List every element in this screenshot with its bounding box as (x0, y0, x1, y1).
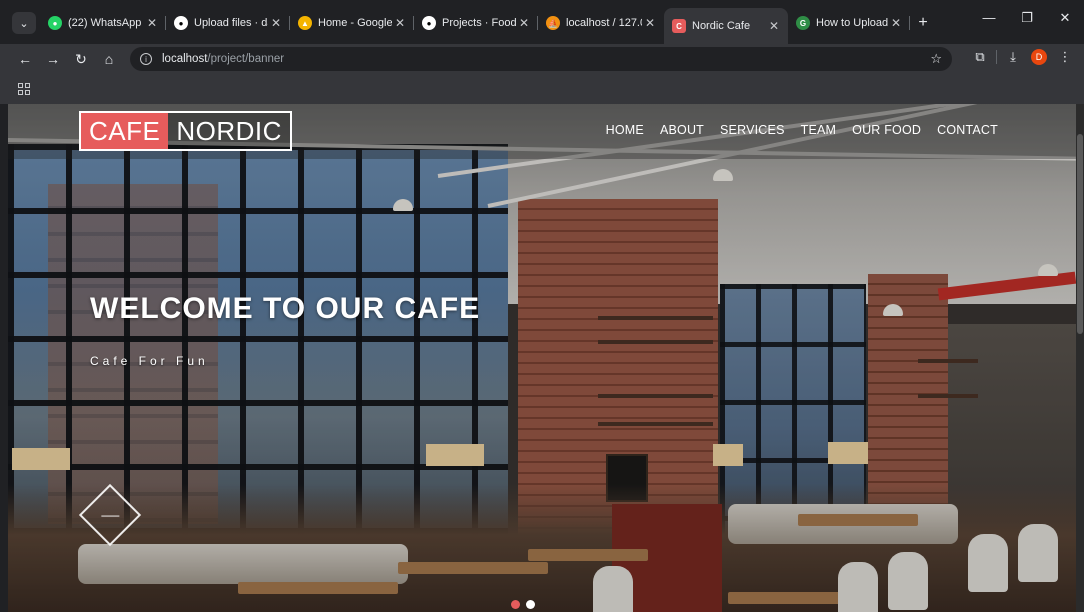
minimize-icon[interactable]: — (970, 10, 1008, 26)
nordic-cafe-favicon: C (672, 19, 686, 33)
tab-title: Projects · Food- (442, 17, 516, 29)
google-drive-icon: ▲ (298, 16, 312, 30)
slider-dot-2[interactable] (526, 600, 535, 609)
download-icon[interactable]: ⤓ (1000, 49, 1026, 65)
tab-whatsapp[interactable]: ● (22) WhatsApp ✕ (40, 8, 166, 38)
tab-title: localhost / 127.0 (566, 17, 642, 29)
tab-list: ● (22) WhatsApp ✕ ● Upload files · da ✕ … (40, 8, 936, 44)
nav-contact[interactable]: CONTACT (937, 123, 998, 137)
browser-toolbar: ← → ↻ ⌂ i localhost/project/banner ☆ ⧉ ⤓… (0, 44, 1084, 74)
window-controls: — ❐ ✕ (970, 10, 1084, 26)
restore-icon[interactable]: ❐ (1008, 10, 1046, 26)
slider-dot-1[interactable] (511, 600, 520, 609)
tab-projects[interactable]: ● Projects · Food- ✕ (414, 8, 538, 38)
site-logo[interactable]: CAFE NORDIC (79, 111, 292, 151)
hero-subtitle: Cafe For Fun (90, 354, 209, 368)
tab-title: (22) WhatsApp (68, 17, 142, 29)
page-scrollbar[interactable] (1076, 104, 1084, 612)
close-icon[interactable]: ✕ (888, 16, 904, 30)
forward-arrow-icon[interactable]: → (42, 49, 64, 69)
tab-title: How to Upload (816, 17, 888, 29)
profile-avatar[interactable]: D (1031, 49, 1047, 65)
nav-services[interactable]: SERVICES (720, 123, 785, 137)
bookmarks-bar (0, 74, 1084, 104)
plus-icon: + (918, 14, 928, 31)
close-icon[interactable]: ✕ (392, 16, 408, 30)
tab-title: Upload files · da (194, 17, 268, 29)
close-window-icon[interactable]: ✕ (1046, 10, 1084, 26)
new-tab-button[interactable]: + (910, 8, 936, 38)
whatsapp-icon: ● (48, 16, 62, 30)
page-viewport: CAFE NORDIC HOME ABOUT SERVICES TEAM OUR… (8, 104, 1076, 612)
tab-home-google[interactable]: ▲ Home - Google ✕ (290, 8, 414, 38)
close-icon[interactable]: ✕ (144, 16, 160, 30)
menu-kebab-icon[interactable]: ⋮ (1052, 49, 1078, 65)
extensions-icon[interactable]: ⧉ (967, 49, 993, 65)
geeksforgeeks-icon: G (796, 16, 810, 30)
main-nav: HOME ABOUT SERVICES TEAM OUR FOOD CONTAC… (590, 123, 998, 137)
bookmark-star-icon[interactable]: ☆ (930, 51, 942, 67)
tab-upload-files[interactable]: ● Upload files · da ✕ (166, 8, 290, 38)
tab-search-button[interactable]: ⌄ (12, 12, 36, 34)
tab-how-to-upload[interactable]: G How to Upload ✕ (788, 8, 910, 38)
nav-team[interactable]: TEAM (801, 123, 837, 137)
site-info-icon[interactable]: i (140, 53, 152, 65)
close-icon[interactable]: ✕ (642, 16, 658, 30)
toolbar-actions: ⧉ ⤓ D ⋮ (967, 49, 1078, 65)
phpmyadmin-icon: ⛵ (546, 16, 560, 30)
tab-title: Nordic Cafe (692, 20, 751, 32)
nav-about[interactable]: ABOUT (660, 123, 704, 137)
close-icon[interactable]: ✕ (516, 16, 532, 30)
scrollbar-thumb[interactable] (1077, 134, 1083, 334)
site-header: CAFE NORDIC HOME ABOUT SERVICES TEAM OUR… (8, 104, 1076, 159)
logo-nordic-text: NORDIC (168, 113, 290, 149)
github-icon: ● (174, 16, 188, 30)
close-icon[interactable]: ✕ (766, 19, 782, 33)
nav-home[interactable]: HOME (606, 123, 644, 137)
tab-title: Home - Google (318, 17, 392, 29)
browser-tabstrip: ⌄ ● (22) WhatsApp ✕ ● Upload files · da … (0, 0, 1084, 44)
address-bar[interactable]: i localhost/project/banner ☆ (130, 47, 952, 71)
github-icon: ● (422, 16, 436, 30)
home-icon[interactable]: ⌂ (98, 49, 120, 69)
url-path: /project/banner (207, 53, 285, 65)
chevron-down-icon: ⌄ (19, 17, 29, 30)
back-arrow-icon[interactable]: ← (14, 49, 36, 69)
url-host: localhost (162, 53, 208, 65)
reload-icon[interactable]: ↻ (70, 49, 92, 69)
slider-dots (508, 600, 538, 609)
tab-localhost[interactable]: ⛵ localhost / 127.0 ✕ (538, 8, 664, 38)
nav-our-food[interactable]: OUR FOOD (852, 123, 921, 137)
hero-title: WELCOME TO OUR CAFE (90, 292, 481, 325)
apps-grid-icon[interactable] (18, 83, 30, 95)
logo-cafe-text: CAFE (81, 113, 169, 149)
close-icon[interactable]: ✕ (268, 16, 284, 30)
tab-nordic-cafe[interactable]: C Nordic Cafe ✕ (664, 8, 788, 44)
